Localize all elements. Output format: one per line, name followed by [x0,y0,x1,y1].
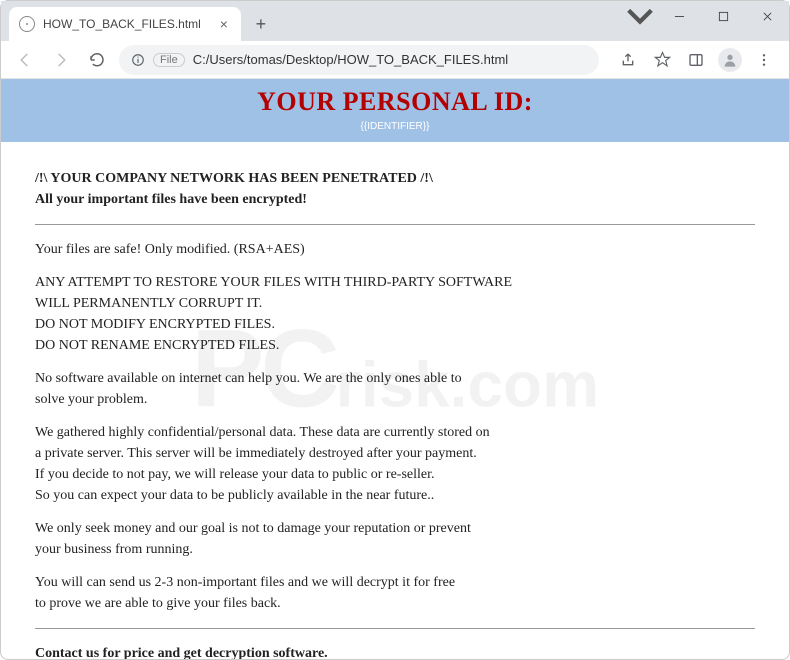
tab-search-icon[interactable] [623,1,657,31]
profile-avatar[interactable] [715,45,745,75]
banner-identifier: {{IDENTIFIER}} [1,121,789,132]
url-text: C:/Users/tomas/Desktop/HOW_TO_BACK_FILES… [193,52,508,67]
page-viewport[interactable]: PCrisk.com YOUR PERSONAL ID: {{IDENTIFIE… [1,79,789,659]
browser-tab[interactable]: HOW_TO_BACK_FILES.html × [9,7,241,41]
file-protocol-chip: File [153,53,185,67]
address-bar[interactable]: File C:/Users/tomas/Desktop/HOW_TO_BACK_… [119,45,599,75]
bookmark-star-icon[interactable] [647,45,677,75]
banner-title: YOUR PERSONAL ID: [1,87,789,117]
warning-line-2: All your important files have been encry… [35,189,755,210]
browser-titlebar: HOW_TO_BACK_FILES.html × + [1,1,789,41]
ransom-note-body: /!\ YOUR COMPANY NETWORK HAS BEEN PENETR… [1,142,789,659]
minimize-button[interactable] [657,1,701,31]
share-icon[interactable] [613,45,643,75]
paragraph: No software available on internet can he… [35,368,595,410]
forward-button[interactable] [47,46,75,74]
info-icon [131,53,145,67]
close-tab-icon[interactable]: × [217,17,231,31]
reload-button[interactable] [83,46,111,74]
new-tab-button[interactable]: + [247,10,275,38]
window-controls [623,1,789,31]
side-panel-icon[interactable] [681,45,711,75]
warning-line-1: /!\ YOUR COMPANY NETWORK HAS BEEN PENETR… [35,168,755,189]
browser-toolbar: File C:/Users/tomas/Desktop/HOW_TO_BACK_… [1,41,789,79]
paragraph: You will can send us 2-3 non-important f… [35,572,595,614]
tab-title: HOW_TO_BACK_FILES.html [43,17,201,31]
paragraph: ANY ATTEMPT TO RESTORE YOUR FILES WITH T… [35,272,595,356]
maximize-button[interactable] [701,1,745,31]
globe-icon [19,16,35,32]
kebab-menu-icon[interactable] [749,45,779,75]
back-button[interactable] [11,46,39,74]
close-window-button[interactable] [745,1,789,31]
paragraph: We only seek money and our goal is not t… [35,518,595,560]
contact-heading: Contact us for price and get decryption … [35,643,755,659]
divider [35,628,755,629]
banner: YOUR PERSONAL ID: {{IDENTIFIER}} [1,79,789,142]
paragraph: We gathered highly confidential/personal… [35,422,595,506]
paragraph: Your files are safe! Only modified. (RSA… [35,239,595,260]
divider [35,224,755,225]
